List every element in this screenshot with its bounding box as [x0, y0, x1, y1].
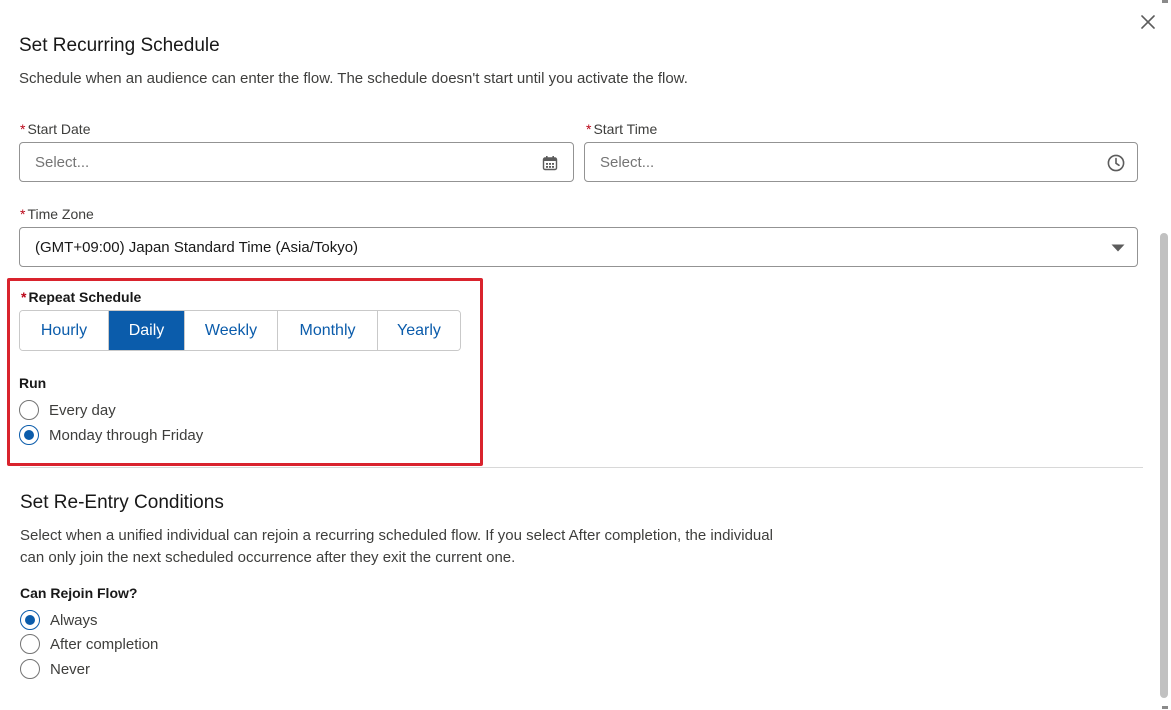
- radio-button-checked[interactable]: [19, 425, 39, 445]
- radio-button-checked[interactable]: [20, 610, 40, 630]
- start-time-label: * Start Time: [586, 121, 657, 137]
- reentry-description-line1: Select when a unified individual can rej…: [20, 527, 773, 544]
- radio-label: Every day: [49, 401, 116, 419]
- repeat-schedule-label-text: Repeat Schedule: [28, 289, 142, 305]
- clock-icon[interactable]: [1107, 154, 1125, 172]
- start-date-label: * Start Date: [20, 121, 90, 137]
- repeat-monthly-button[interactable]: Monthly: [278, 311, 378, 350]
- scroll-down-arrow[interactable]: [1162, 706, 1168, 709]
- reentry-description-line2: can only join the next scheduled occurre…: [20, 549, 516, 566]
- radio-button[interactable]: [19, 400, 39, 420]
- repeat-schedule-label: * Repeat Schedule: [21, 289, 141, 305]
- required-marker: *: [20, 206, 26, 222]
- rejoin-option-always[interactable]: Always: [20, 610, 98, 630]
- start-time-input[interactable]: Select...: [584, 142, 1138, 182]
- run-option-weekdays[interactable]: Monday through Friday: [19, 425, 203, 445]
- run-option-every-day[interactable]: Every day: [19, 400, 116, 420]
- radio-button[interactable]: [20, 634, 40, 654]
- schedule-description: Schedule when an audience can enter the …: [19, 70, 688, 87]
- run-label: Run: [19, 375, 47, 391]
- time-zone-select[interactable]: (GMT+09:00) Japan Standard Time (Asia/To…: [19, 227, 1138, 267]
- rejoin-label: Can Rejoin Flow?: [20, 585, 138, 601]
- time-zone-label-text: Time Zone: [27, 206, 94, 222]
- repeat-daily-button[interactable]: Daily: [109, 311, 185, 350]
- start-date-label-text: Start Date: [27, 121, 91, 137]
- chevron-down-icon[interactable]: [1109, 239, 1127, 257]
- repeat-schedule-button-group: Hourly Daily Weekly Monthly Yearly: [19, 310, 461, 351]
- rejoin-option-after-completion[interactable]: After completion: [20, 634, 158, 654]
- repeat-hourly-button[interactable]: Hourly: [20, 311, 109, 350]
- radio-label: After completion: [50, 635, 159, 653]
- radio-label: Monday through Friday: [49, 426, 204, 444]
- repeat-weekly-button[interactable]: Weekly: [185, 311, 278, 350]
- required-marker: *: [20, 121, 26, 137]
- close-icon[interactable]: [1138, 12, 1158, 32]
- radio-label: Always: [50, 611, 98, 629]
- rejoin-option-never[interactable]: Never: [20, 659, 90, 679]
- start-time-placeholder: Select...: [600, 153, 655, 171]
- section-divider: [20, 467, 1143, 468]
- repeat-yearly-button[interactable]: Yearly: [378, 311, 460, 350]
- recurring-schedule-modal: Set Recurring Schedule Schedule when an …: [0, 0, 1171, 710]
- scrollbar-thumb[interactable]: [1160, 233, 1168, 698]
- calendar-icon[interactable]: [541, 154, 559, 172]
- time-zone-label: * Time Zone: [20, 206, 94, 222]
- start-time-label-text: Start Time: [593, 121, 658, 137]
- time-zone-value: (GMT+09:00) Japan Standard Time (Asia/To…: [35, 238, 359, 256]
- required-marker: *: [586, 121, 592, 137]
- scroll-up-arrow[interactable]: [1162, 0, 1168, 3]
- radio-label: Never: [50, 660, 91, 678]
- start-date-input[interactable]: Select...: [19, 142, 574, 182]
- radio-button[interactable]: [20, 659, 40, 679]
- required-marker: *: [21, 289, 27, 305]
- reentry-title: Set Re-Entry Conditions: [20, 492, 224, 513]
- start-date-placeholder: Select...: [35, 153, 90, 171]
- schedule-title: Set Recurring Schedule: [19, 35, 220, 56]
